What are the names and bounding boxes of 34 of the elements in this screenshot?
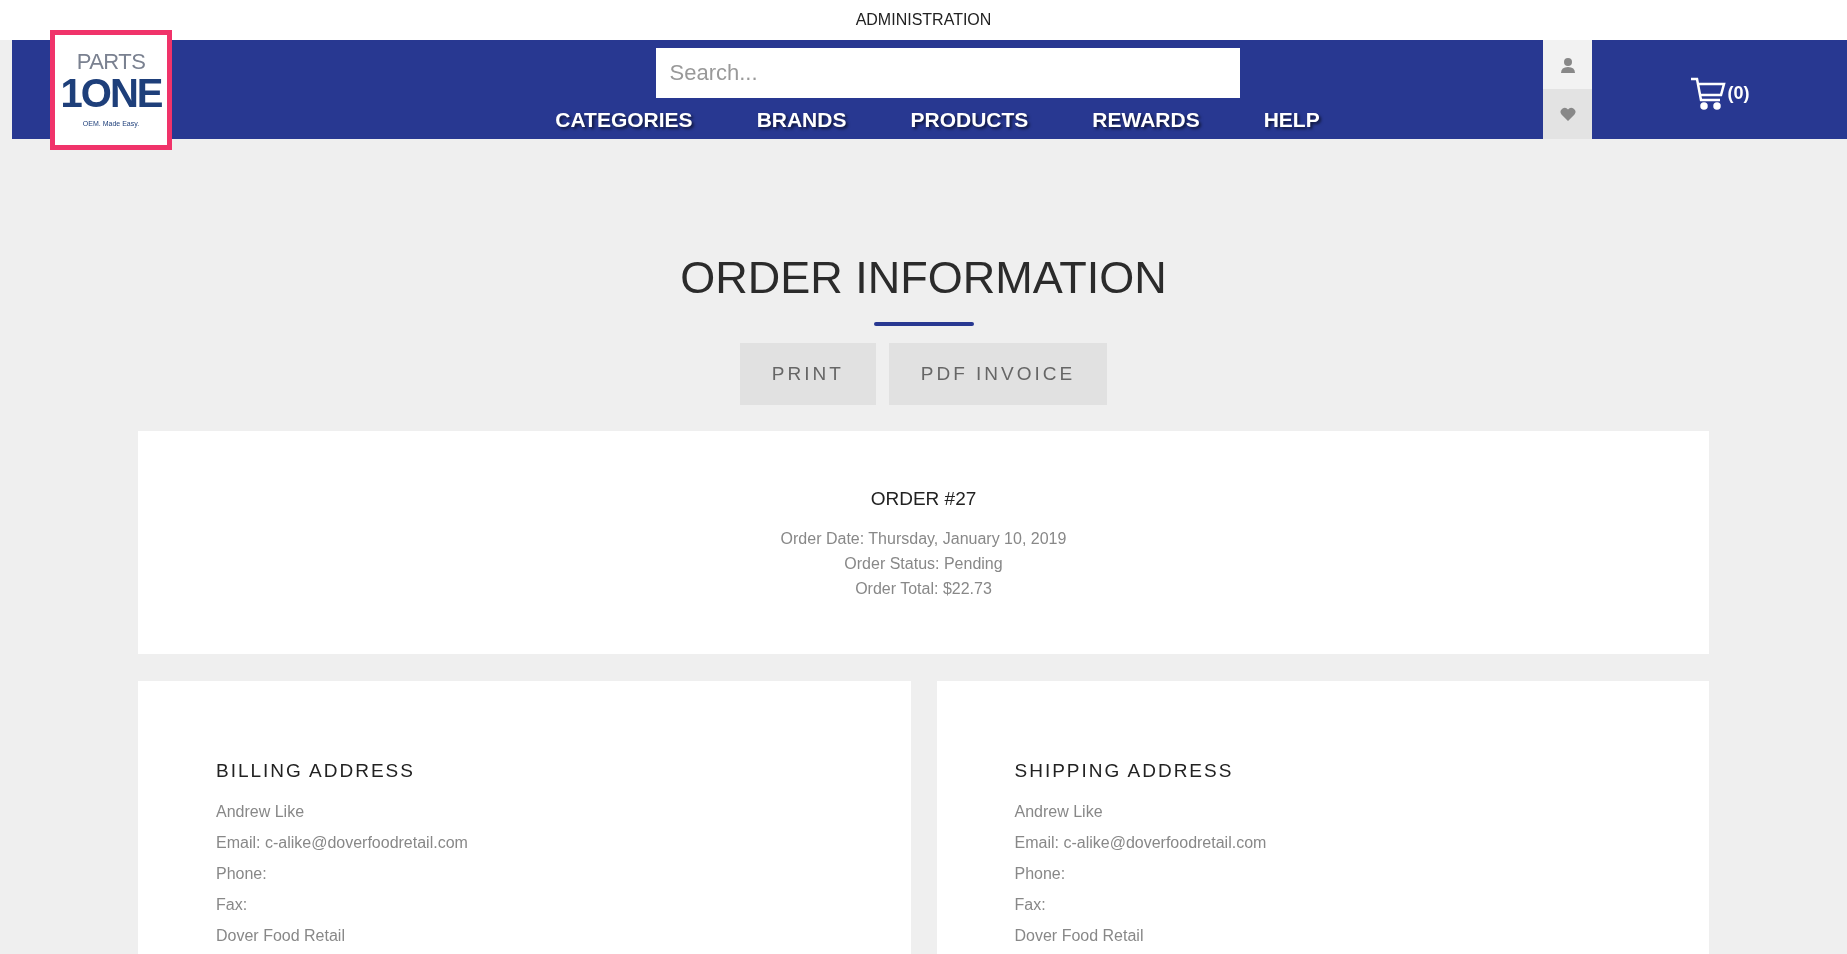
logo-text: PARTS [76,50,146,73]
action-button[interactable]: PDF INVOICE [888,343,1108,405]
page-title: ORDER INFORMATION [680,255,1167,300]
order-detail: Order Date: Thursday, January 10, 2019 [780,528,1067,549]
logo-wordmark: 1ONE [60,72,162,113]
nav-link[interactable]: REWARDS [1092,104,1200,136]
address-title: BILLING ADDRESS [216,759,416,783]
nav-link[interactable]: BRANDS [756,104,847,136]
address-line: Andrew Like [1014,801,1104,822]
address-line: Phone: [216,863,268,884]
order-number: ORDER #27 [870,487,977,511]
nav-link[interactable]: CATEGORIES [555,104,693,136]
address-title: SHIPPING ADDRESS [1014,759,1235,783]
address-line: Email: c-alike@doverfoodretail.com [216,832,469,853]
heart-icon [1559,107,1576,121]
address-line: Fax: [216,894,249,915]
cart-link[interactable]: (0) [1689,76,1750,110]
admin-title: ADMINISTRATION [855,10,992,30]
address-line: Fax: [1014,894,1047,915]
account-button[interactable] [1543,40,1592,89]
address-line: Email: c-alike@doverfoodretail.com [1014,832,1268,853]
address-line: Dover Food Retail [1014,925,1145,946]
nav-link[interactable]: HELP [1263,104,1320,136]
address-line: Dover Food Retail [216,925,346,946]
address-line: Andrew Like [216,801,306,822]
user-icon [1559,56,1576,73]
order-detail: Order Status: Pending [844,553,1003,574]
action-button[interactable]: PRINT [739,343,876,405]
order-detail: Order Total: $22.73 [855,578,992,599]
search-field[interactable]: Search... [655,48,1240,98]
nav-link[interactable]: PRODUCTS [910,104,1029,136]
cart-icon [1689,76,1726,110]
wishlist-button[interactable] [1543,89,1592,139]
address-line: Phone: [1014,863,1067,884]
